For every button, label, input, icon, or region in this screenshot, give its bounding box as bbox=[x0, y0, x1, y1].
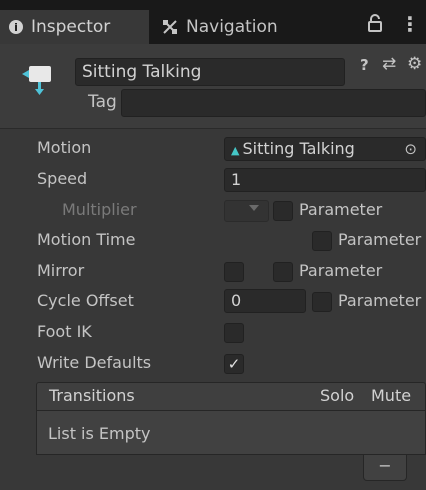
cycle-offset-label: Cycle Offset bbox=[37, 291, 134, 310]
chevron-down-icon bbox=[249, 205, 259, 211]
mirror-parameter-label: Parameter bbox=[299, 261, 383, 280]
tab-navigation-label: Navigation bbox=[186, 17, 278, 37]
tab-navigation[interactable]: Navigation bbox=[153, 10, 313, 44]
object-picker-icon[interactable]: ⊙ bbox=[404, 138, 417, 160]
motion-time-label: Motion Time bbox=[37, 230, 136, 249]
state-name-field[interactable]: Sitting Talking bbox=[75, 58, 345, 86]
motion-value: Sitting Talking bbox=[242, 139, 355, 158]
multiplier-dropdown bbox=[224, 200, 269, 222]
multiplier-parameter-checkbox[interactable] bbox=[273, 201, 293, 221]
write-defaults-checkbox[interactable]: ✓ bbox=[224, 354, 244, 374]
motion-label: Motion bbox=[37, 138, 92, 157]
checkmark-icon: ✓ bbox=[227, 355, 241, 373]
foot-ik-checkbox[interactable] bbox=[224, 323, 244, 343]
tag-field[interactable] bbox=[121, 89, 426, 117]
remove-transition-button[interactable]: − bbox=[363, 455, 407, 481]
foot-ik-label: Foot IK bbox=[37, 322, 92, 341]
presets-icon[interactable]: ⇄ bbox=[382, 54, 396, 74]
write-defaults-label: Write Defaults bbox=[37, 353, 152, 372]
navigation-icon bbox=[162, 19, 178, 35]
multiplier-label: Multiplier bbox=[62, 200, 137, 219]
speed-label: Speed bbox=[37, 169, 88, 188]
list-empty-text: List is Empty bbox=[48, 424, 151, 443]
cycle-offset-parameter-checkbox[interactable] bbox=[312, 292, 332, 312]
cycle-offset-field[interactable]: 0 bbox=[224, 289, 306, 313]
tab-inspector-label: Inspector bbox=[31, 17, 111, 37]
motion-time-parameter-label: Parameter bbox=[338, 230, 422, 249]
motion-field[interactable]: ▲ Sitting Talking ⊙ bbox=[224, 137, 426, 161]
animator-state-icon bbox=[22, 59, 62, 99]
tab-inspector[interactable]: i Inspector bbox=[0, 10, 149, 44]
gear-icon[interactable]: ⚙ bbox=[407, 54, 422, 74]
info-icon: i bbox=[9, 20, 23, 34]
speed-field[interactable]: 1 bbox=[224, 168, 426, 192]
lock-icon[interactable] bbox=[368, 14, 382, 37]
cycle-offset-parameter-label: Parameter bbox=[338, 291, 422, 310]
mirror-parameter-checkbox[interactable] bbox=[273, 262, 293, 282]
more-options-icon[interactable]: ⋮ bbox=[400, 12, 420, 36]
help-icon[interactable]: ? bbox=[360, 56, 369, 74]
animation-clip-icon: ▲ bbox=[231, 144, 240, 157]
motion-time-parameter-checkbox[interactable] bbox=[312, 231, 332, 251]
tag-label: Tag bbox=[88, 92, 117, 112]
mute-column-label: Mute bbox=[371, 386, 412, 405]
solo-column-label: Solo bbox=[320, 386, 355, 405]
mirror-checkbox[interactable] bbox=[224, 262, 244, 282]
transitions-title: Transitions bbox=[49, 386, 135, 405]
multiplier-parameter-label: Parameter bbox=[299, 200, 383, 219]
mirror-label: Mirror bbox=[37, 261, 85, 280]
